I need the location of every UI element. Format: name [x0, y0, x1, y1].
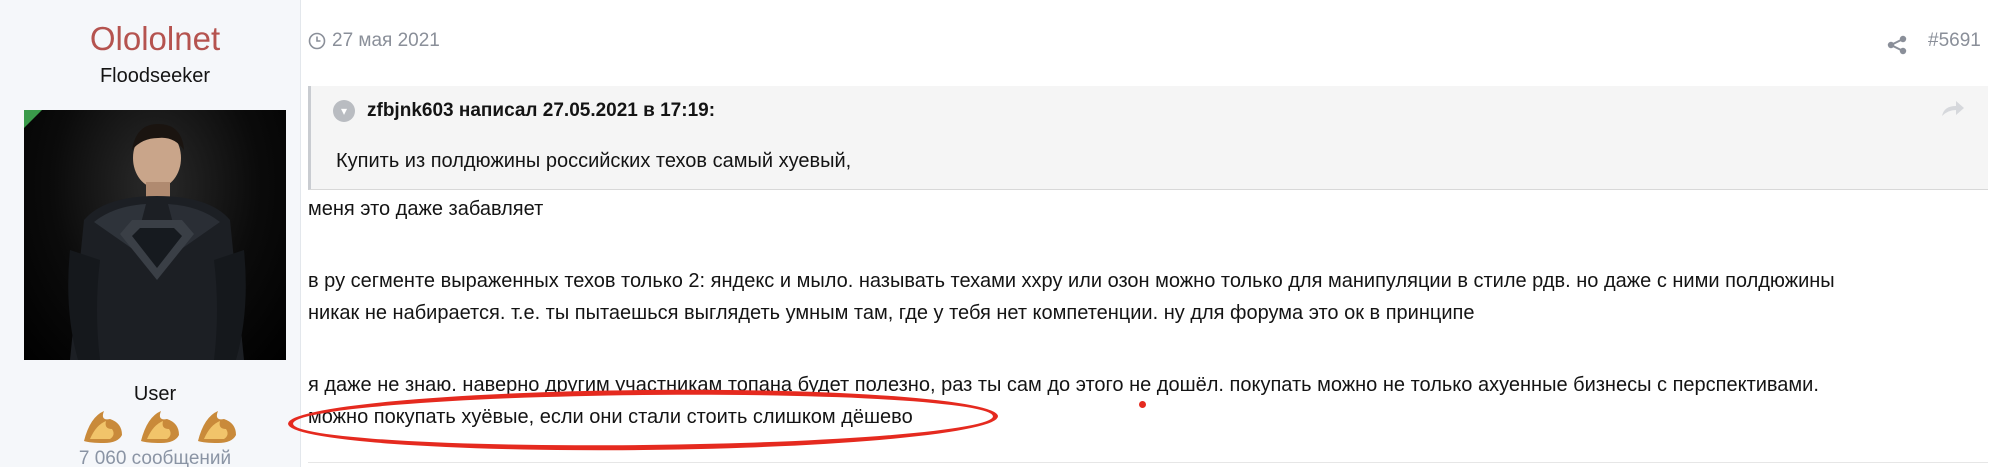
quote-text: Купить из полдюжины российских техов сам…	[336, 150, 852, 172]
online-badge-icon	[24, 110, 42, 128]
rank-flame-icon	[84, 411, 122, 443]
rank-flame-icon	[198, 411, 236, 443]
body-line: никак не набирается. т.е. ты пытаешься в…	[308, 302, 1475, 324]
user-info-column: Olololnet Floodseeker User 7 060 сообщен…	[0, 0, 301, 467]
user-title: Floodseeker	[99, 65, 211, 87]
username-link[interactable]: Olololnet	[0, 20, 310, 58]
jump-to-quote-icon[interactable]	[1940, 98, 1966, 120]
quote-attribution[interactable]: zfbjnk603 написал 27.05.2021 в 17:19:	[367, 100, 715, 122]
message-count[interactable]: 7 060 сообщений	[0, 448, 310, 467]
post-date-link[interactable]: 27 мая 2021	[308, 30, 440, 52]
quote-block: ▾ zfbjnk603 написал 27.05.2021 в 17:19: …	[308, 86, 1988, 190]
body-line: в ру сегменте выраженных техов только 2:…	[308, 270, 1835, 292]
body-line: меня это даже забавляет	[308, 198, 544, 220]
rank-icons	[80, 405, 240, 445]
post-date-text: 27 мая 2021	[332, 30, 440, 51]
chevron-down-icon[interactable]: ▾	[333, 100, 355, 122]
superhero-figure-icon	[68, 124, 246, 360]
avatar[interactable]	[24, 110, 286, 360]
post-number-link[interactable]: #5691	[1928, 30, 1981, 52]
rank-flame-icon	[141, 411, 179, 443]
share-icon[interactable]	[1886, 34, 1908, 56]
clock-icon	[308, 32, 326, 50]
divider	[308, 462, 1988, 463]
red-dot-annotation	[1139, 401, 1146, 408]
user-role: User	[133, 383, 177, 405]
forum-post: Olololnet Floodseeker User 7 060 сообщен…	[0, 0, 2000, 467]
